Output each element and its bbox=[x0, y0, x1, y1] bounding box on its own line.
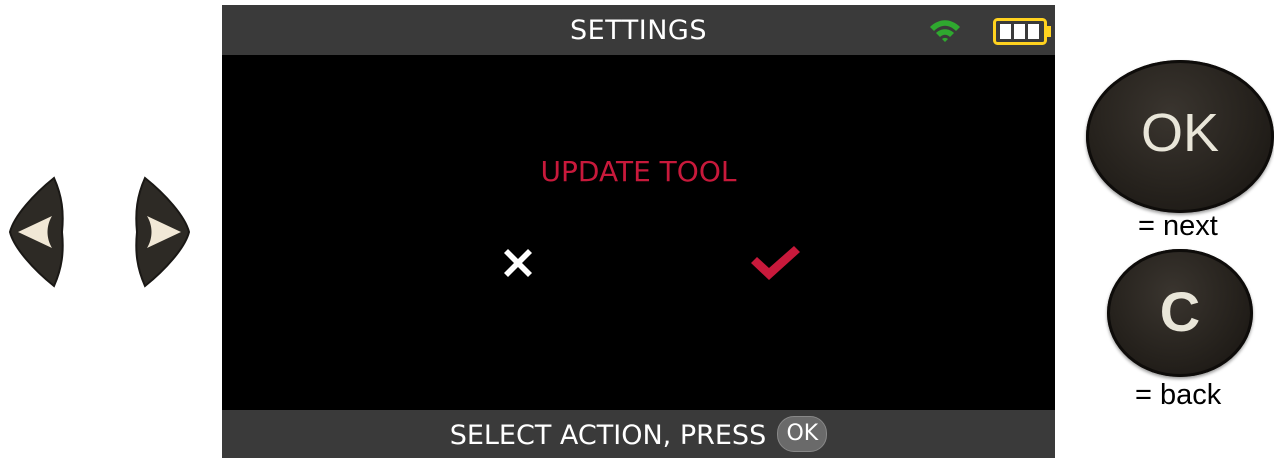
c-button-label: C bbox=[1159, 280, 1201, 343]
arrow-left-key[interactable] bbox=[6, 176, 66, 288]
footer-hint: SELECT ACTION, PRESS bbox=[449, 419, 767, 451]
c-legend: = back bbox=[1135, 379, 1222, 411]
prompt-text: UPDATE TOOL bbox=[540, 155, 737, 188]
wifi-icon bbox=[930, 20, 960, 42]
c-button[interactable]: C bbox=[1107, 249, 1253, 377]
battery-icon bbox=[993, 18, 1051, 45]
footer-ok-badge: OK bbox=[777, 416, 828, 452]
device-screen: SETTINGS UPDATE TOOL SELECT ACTION, PRES… bbox=[222, 5, 1055, 458]
ok-button-label: OK bbox=[1140, 103, 1220, 163]
cross-icon[interactable] bbox=[498, 243, 538, 283]
bottom-bar: SELECT ACTION, PRESS OK bbox=[222, 410, 1055, 458]
check-icon[interactable] bbox=[747, 243, 803, 283]
ok-legend: = next bbox=[1138, 210, 1218, 242]
top-bar: SETTINGS bbox=[222, 5, 1055, 55]
arrow-right-key[interactable] bbox=[133, 176, 193, 288]
ok-button[interactable]: OK bbox=[1086, 60, 1274, 213]
